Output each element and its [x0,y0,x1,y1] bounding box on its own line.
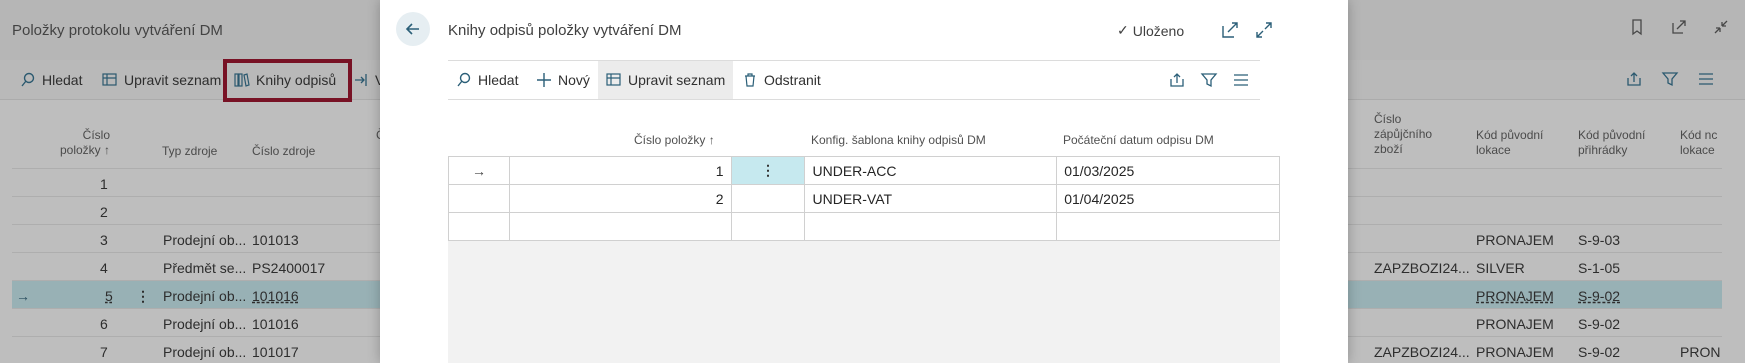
col-header-start-date[interactable]: Počáteční datum odpisu DM [1063,133,1214,147]
cell-start-date[interactable] [1056,212,1280,241]
table-row[interactable]: 2 UNDER-VAT 01/04/2025 [448,184,1280,213]
open-new-window-icon[interactable] [1220,20,1240,40]
grid-empty-area [448,240,1280,363]
table-row-selected[interactable]: → 1 ⋮ UNDER-ACC 01/03/2025 [448,156,1280,185]
back-button[interactable] [396,12,430,46]
cell-item-no[interactable]: 1 [508,156,732,185]
new-button[interactable]: Nový [528,61,598,99]
modal-toolbar: Hledat Nový Upravit seznam Odstranit [448,60,1260,100]
list-view-icon[interactable] [1232,71,1250,89]
row-selector[interactable] [448,184,510,213]
search-label: Hledat [478,72,519,88]
saved-status: ✓ Uloženo [1117,22,1184,39]
cell-item-no[interactable] [508,212,732,241]
trash-icon [745,73,755,87]
cell-start-date[interactable]: 01/03/2025 [1056,156,1280,185]
plus-icon [537,73,551,87]
modal-title: Knihy odpisů položky vytváření DM [448,22,682,39]
modal-dialog: Knihy odpisů položky vytváření DM ✓ Ulož… [380,0,1348,363]
cell-template[interactable]: UNDER-ACC [804,156,1058,185]
checkmark-icon: ✓ [1117,22,1129,38]
row-menu-icon[interactable]: ⋮ [730,156,806,185]
table-row-new[interactable] [448,212,1280,241]
depreciation-books-table: → 1 ⋮ UNDER-ACC 01/03/2025 2 UNDER-VAT 0… [448,156,1280,241]
col-header-item-no[interactable]: Číslo položky ↑ [634,133,715,147]
edit-list-icon [606,73,621,86]
search-action[interactable]: Hledat [448,61,526,99]
edit-list-button[interactable]: Upravit seznam [598,61,734,99]
delete-label: Odstranit [764,72,821,88]
search-icon [457,72,471,87]
row-menu-cell[interactable] [730,184,806,213]
cell-template[interactable] [804,212,1058,241]
row-arrow-icon: → [448,156,510,185]
expand-icon[interactable] [1254,20,1274,40]
cell-item-no[interactable]: 2 [508,184,732,213]
col-header-template[interactable]: Konfig. šablona knihy odpisů DM [811,133,986,147]
cell-start-date[interactable]: 01/04/2025 [1056,184,1280,213]
cell-template[interactable]: UNDER-VAT [804,184,1058,213]
saved-label: Uloženo [1132,22,1185,39]
row-selector[interactable] [448,212,510,241]
share-icon[interactable] [1168,71,1186,89]
edit-list-label: Upravit seznam [628,72,726,88]
filter-icon[interactable] [1200,71,1218,89]
delete-button[interactable]: Odstranit [734,61,829,99]
new-label: Nový [558,72,590,88]
row-menu-cell[interactable] [730,212,806,241]
arrow-left-icon [405,23,419,35]
